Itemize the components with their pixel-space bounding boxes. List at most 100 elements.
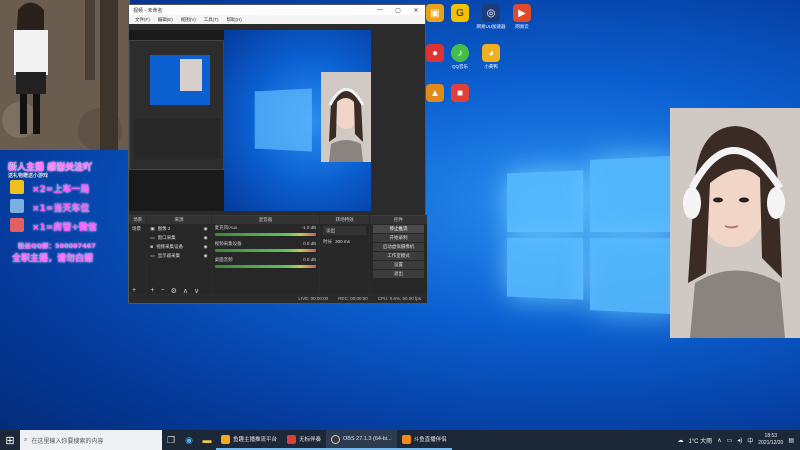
clock-date: 2021/12/20: [758, 440, 784, 446]
gift-icon: [10, 218, 24, 232]
desktop-icon-1[interactable]: G: [445, 4, 475, 24]
menu-help[interactable]: 帮助(H): [227, 17, 242, 23]
gift-icon: [10, 199, 24, 213]
edge-icon[interactable]: ◉: [180, 430, 198, 450]
search-placeholder: 在这里输入你要搜索的内容: [31, 438, 104, 445]
sources-header: 来源: [147, 216, 211, 224]
eye-icon[interactable]: ◉: [204, 244, 211, 250]
clock[interactable]: 18:53 2021/12/20: [758, 433, 783, 447]
transitions-header: 转场特效: [320, 216, 370, 224]
desktop-icon-netease[interactable]: ▶ 网易云: [507, 4, 537, 30]
obs-statusbar: LIVE: 00:00:00 REC: 00:00:00 CPU: 0.6%, …: [129, 293, 427, 303]
app-icon: [287, 434, 297, 444]
overlay-subtitle: 送礼物赠送小游戏: [8, 173, 49, 179]
transition-select[interactable]: 淡出: [323, 226, 367, 235]
taskbar-app[interactable]: 斗鱼直播伴侣: [396, 430, 452, 450]
source-item[interactable]: ▭ 窗口采集 ◉: [147, 233, 210, 242]
desktop-icon-8[interactable]: ■: [445, 84, 475, 104]
webcam-overlay-right: [670, 108, 800, 338]
notification-icon[interactable]: ▤: [788, 437, 794, 444]
scenes-dock: 场景 场景 +: [129, 215, 147, 295]
close-icon[interactable]: ✕: [407, 7, 425, 14]
file-explorer-icon[interactable]: ▬: [198, 430, 216, 450]
volume-meter[interactable]: [214, 249, 317, 252]
cloud-icon: ☁: [677, 437, 684, 444]
search-icon: ⌕: [24, 436, 28, 443]
chevron-up-icon[interactable]: ∧: [717, 437, 721, 444]
speaker-icon[interactable]: ◂): [737, 437, 742, 444]
desktop-icon-duck[interactable]: ◕ 小黄鸭: [476, 44, 506, 70]
desktop-icon-qqmusic[interactable]: ♪ QQ音乐: [445, 44, 475, 70]
overlay-line-1: ×2=上车一局: [32, 185, 90, 195]
streamer-camera-image: [670, 108, 800, 338]
preview-camera: [321, 72, 371, 162]
desktop-icon-uu[interactable]: ◎ 网易UU加速器: [476, 4, 506, 30]
eye-icon[interactable]: ◉: [204, 253, 211, 259]
uu-accelerator-icon: ◎: [482, 4, 500, 22]
mixer-channel[interactable]: 麦克风/Aux -1.0 dB: [212, 224, 319, 240]
app-icon: ▣: [426, 4, 444, 22]
windows-start-icon[interactable]: ⊞: [0, 430, 20, 450]
cpu-status: CPU: 0.6%, 60.00 fps: [377, 295, 421, 301]
source-item[interactable]: ▭ 显示器采集 ◉: [147, 251, 210, 260]
stop-streaming-button[interactable]: 停止推流: [373, 225, 424, 233]
taskbar-app-obs[interactable]: OBS 27.1.3 (64-bi...: [326, 430, 397, 450]
overlay-line-3: ×1=房管+微信: [32, 223, 97, 233]
task-view-icon[interactable]: ❐: [162, 430, 180, 450]
settings-button[interactable]: 设置: [373, 261, 424, 269]
live-status: LIVE: 00:00:00: [298, 295, 329, 301]
volume-meter[interactable]: [214, 265, 317, 268]
qq-music-icon: ♪: [451, 44, 469, 62]
menu-tools[interactable]: 工具(T): [204, 17, 219, 23]
eye-icon[interactable]: ◉: [204, 235, 211, 241]
controls-dock: 控件 停止推流 开始录制 启动虚拟摄像机 工作室模式 设置 退出: [370, 215, 427, 295]
obs-preview[interactable]: [129, 30, 371, 211]
ime-indicator[interactable]: 中: [747, 436, 753, 445]
volume-meter[interactable]: [214, 233, 317, 236]
netease-icon: ▶: [513, 4, 531, 22]
maximize-icon[interactable]: ▢: [389, 7, 407, 14]
scene-item[interactable]: 场景: [129, 224, 146, 233]
system-tray: ☁ 1°C 大雨 ∧ ▭ ◂) 中 18:53 2021/12/20 ▤: [677, 433, 800, 447]
duration-field[interactable]: 300 ms: [335, 239, 350, 244]
app-icon: [401, 434, 411, 444]
eye-icon[interactable]: ◉: [204, 226, 211, 232]
scenes-header: 场景: [129, 216, 147, 224]
preview-desktop-capture: [224, 30, 371, 211]
gift-icon: [10, 180, 24, 194]
app-icon: [221, 434, 230, 444]
mixer-dock: 混音器 麦克风/Aux -1.0 dB 视频采集设备 0.0 dB 桌面音频 0.0 …: [211, 215, 320, 295]
camera-icon: ◙: [150, 244, 154, 249]
taskbar-search[interactable]: ⌕ 在这里输入你要搜索的内容: [20, 430, 162, 450]
obs-icon: [331, 434, 341, 444]
menu-edit[interactable]: 编辑(E): [158, 17, 173, 23]
controls-header: 控件: [370, 216, 427, 224]
app-icon: G: [451, 4, 469, 22]
weather-text[interactable]: 1°C 大雨: [688, 436, 712, 445]
network-icon[interactable]: ▭: [727, 437, 733, 444]
app-icon: ■: [451, 84, 469, 102]
preview-nested-obs: [129, 40, 224, 170]
obs-window-title: 视频 - 未命名: [133, 7, 163, 14]
obs-titlebar[interactable]: 视频 - 未命名 — ▢ ✕: [129, 5, 425, 15]
taskbar-app[interactable]: 鱼趣主播推流平台: [216, 430, 283, 450]
menu-file[interactable]: 文件(F): [135, 17, 150, 23]
source-item[interactable]: ▣ 图像 2 ◉: [147, 224, 210, 233]
duration-label: 时长: [323, 238, 333, 244]
exit-button[interactable]: 退出: [373, 270, 424, 278]
mixer-channel[interactable]: 视频采集设备 0.0 dB: [212, 240, 319, 256]
studio-mode-button[interactable]: 工作室模式: [373, 252, 424, 260]
overlay-final: 全职主播，请勿白嫖: [12, 254, 94, 264]
clock-time: 18:53: [764, 433, 778, 439]
menu-view[interactable]: 视图(V): [181, 17, 196, 23]
taskbar-app[interactable]: 无标伴奏: [282, 430, 327, 450]
minimize-icon[interactable]: —: [371, 7, 389, 14]
virtual-camera-button[interactable]: 启动虚拟摄像机: [373, 243, 424, 251]
monitor-icon: ▭: [150, 252, 155, 258]
overlay-line-2: ×1=当天车位: [32, 204, 90, 214]
mixer-channel[interactable]: 桌面音频 0.0 dB: [212, 256, 319, 272]
obs-window[interactable]: 视频 - 未命名 — ▢ ✕ 文件(F) 编辑(E) 视图(V) 工具(T) 帮…: [128, 4, 427, 304]
sources-dock: 来源 ▣ 图像 2 ◉ ▭ 窗口采集 ◉ ◙ 视频采集设备 ◉ ▭ 显示器采集 ◉ + − ⚙ …: [147, 215, 211, 295]
start-recording-button[interactable]: 开始录制: [373, 234, 424, 242]
source-item[interactable]: ◙ 视频采集设备 ◉: [147, 242, 210, 251]
